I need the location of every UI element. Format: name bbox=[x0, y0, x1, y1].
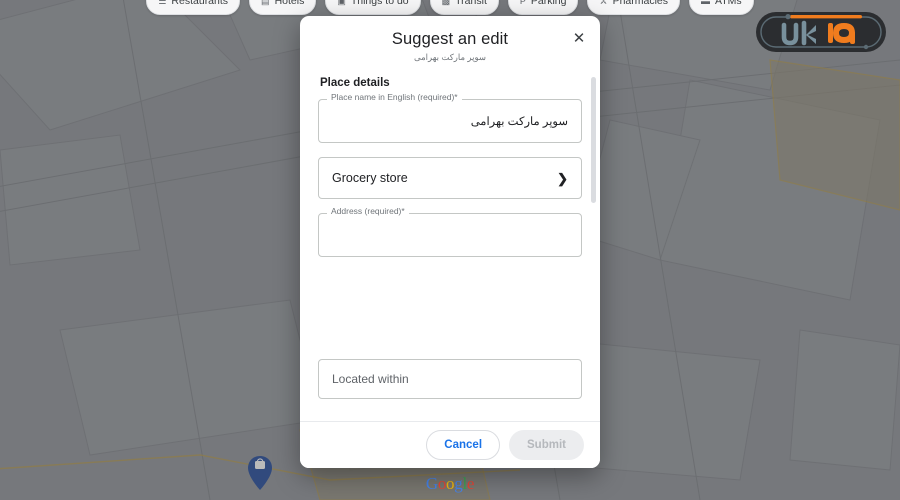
chip-transit[interactable]: ▩ Transit bbox=[429, 0, 499, 15]
restaurant-icon: ☰ bbox=[158, 0, 167, 6]
place-name-field[interactable]: Place name in English (required)* سوپر م… bbox=[318, 93, 582, 143]
scrollbar-thumb[interactable] bbox=[591, 77, 596, 203]
google-maps-suggest-edit-screen: ☰ Restaurants ▤ Hotels ▣ Things to do ▩ … bbox=[0, 0, 900, 500]
parking-icon: P bbox=[519, 0, 526, 6]
chip-things-to-do[interactable]: ▣ Things to do bbox=[325, 0, 421, 15]
atm-icon: ▬ bbox=[701, 0, 711, 6]
cancel-button[interactable]: Cancel bbox=[426, 430, 501, 460]
pharmacy-icon: ⚔ bbox=[599, 0, 608, 6]
dialog-scrollbar[interactable] bbox=[591, 75, 596, 415]
chip-atms[interactable]: ▬ ATMs bbox=[689, 0, 754, 15]
chip-pharmacies[interactable]: ⚔ Pharmacies bbox=[587, 0, 681, 15]
chip-label: Pharmacies bbox=[612, 0, 669, 7]
address-field[interactable]: Address (required)* bbox=[318, 207, 582, 257]
located-within-field[interactable]: Located within bbox=[318, 359, 582, 399]
things-to-do-icon: ▣ bbox=[337, 0, 346, 6]
located-within-placeholder: Located within bbox=[332, 372, 409, 386]
chip-parking[interactable]: P Parking bbox=[507, 0, 579, 15]
chip-label: Parking bbox=[530, 0, 567, 7]
dialog-title: Suggest an edit bbox=[391, 30, 509, 48]
chip-restaurants[interactable]: ☰ Restaurants bbox=[146, 0, 241, 15]
close-icon[interactable]: ✕ bbox=[568, 27, 590, 49]
uk19-logo bbox=[754, 8, 888, 56]
transit-icon: ▩ bbox=[441, 0, 451, 6]
chip-label: ATMs bbox=[715, 0, 742, 7]
dialog-header: Suggest an edit سوپر مارکت بهرامی ✕ bbox=[300, 16, 600, 69]
chip-label: Things to do bbox=[350, 0, 409, 7]
chevron-right-icon: ❯ bbox=[557, 170, 568, 186]
submit-button[interactable]: Submit bbox=[509, 430, 584, 460]
google-attribution: Google bbox=[425, 474, 475, 493]
dialog-body: Place details Place name in English (req… bbox=[300, 69, 600, 421]
category-select[interactable]: Grocery store ❯ bbox=[318, 157, 582, 199]
hotel-icon: ▤ bbox=[261, 0, 270, 6]
chip-label: Restaurants bbox=[171, 0, 229, 7]
chip-hotels[interactable]: ▤ Hotels bbox=[249, 0, 317, 15]
dialog-footer: Cancel Submit bbox=[300, 421, 600, 468]
category-value: Grocery store bbox=[332, 171, 408, 185]
place-name-label: Place name in English (required)* bbox=[327, 93, 462, 102]
suggest-an-edit-dialog: Suggest an edit سوپر مارکت بهرامی ✕ Plac… bbox=[300, 16, 600, 468]
chip-label: Transit bbox=[455, 0, 487, 7]
dialog-subtitle: سوپر مارکت بهرامی bbox=[414, 52, 486, 62]
place-name-value: سوپر مارکت بهرامی bbox=[470, 116, 568, 128]
chip-label: Hotels bbox=[274, 0, 305, 7]
section-title-place-details: Place details bbox=[320, 77, 390, 89]
address-label: Address (required)* bbox=[327, 207, 409, 216]
